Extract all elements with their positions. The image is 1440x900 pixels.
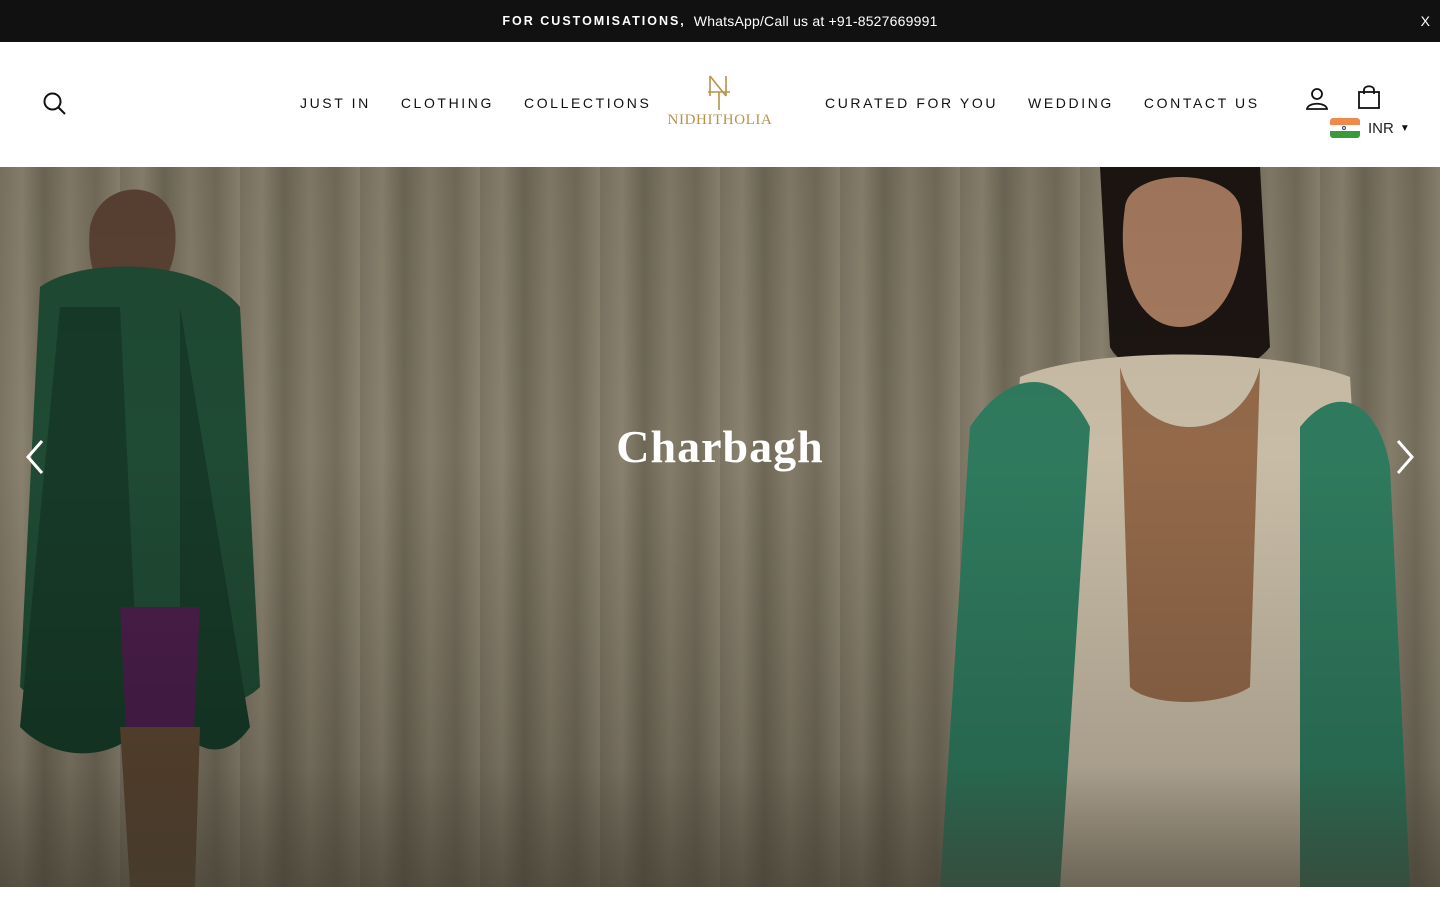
nav-item-just-in[interactable]: JUST IN — [300, 95, 371, 111]
search-button[interactable] — [42, 91, 68, 117]
hero-title: Charbagh — [616, 421, 824, 472]
cart-button[interactable] — [1357, 84, 1381, 110]
nav-item-curated-for-you[interactable]: CURATED FOR YOU — [825, 95, 998, 111]
currency-selector[interactable]: INR ▼ — [1330, 118, 1410, 138]
hero-slideshow: Charbagh — [0, 167, 1440, 887]
logo-wordmark: NIDHITHOLIA — [667, 112, 773, 128]
brand-logo[interactable]: NIDHITHOLIA — [656, 70, 784, 140]
nav-item-contact-us[interactable]: CONTACT US — [1144, 95, 1260, 111]
user-icon — [1305, 88, 1329, 110]
chevron-left-icon — [26, 440, 44, 474]
shopping-bag-icon — [1358, 85, 1380, 109]
nav-item-clothing[interactable]: CLOTHING — [401, 95, 494, 111]
chevron-right-icon — [1396, 440, 1414, 474]
announcement-bar: FOR CUSTOMISATIONS, WhatsApp/Call us at … — [0, 0, 1440, 42]
slideshow-next-button[interactable] — [1390, 437, 1420, 477]
nav-item-wedding[interactable]: WEDDING — [1028, 95, 1114, 111]
nav-item-collections[interactable]: COLLECTIONS — [524, 95, 651, 111]
account-button[interactable] — [1305, 86, 1329, 110]
close-announcement-button[interactable]: X — [1421, 13, 1430, 29]
primary-nav-left: JUST IN CLOTHING COLLECTIONS — [300, 95, 681, 111]
india-flag-icon — [1330, 118, 1360, 138]
search-icon — [43, 92, 66, 115]
chevron-down-icon: ▼ — [1399, 122, 1410, 134]
slideshow-prev-button[interactable] — [20, 437, 50, 477]
currency-code: INR — [1368, 119, 1394, 137]
announcement-bold-text: FOR CUSTOMISATIONS, — [502, 14, 686, 28]
site-header: JUST IN CLOTHING COLLECTIONS NIDHITHOLIA… — [0, 42, 1440, 167]
nt-monogram-icon — [708, 75, 730, 110]
announcement-text[interactable]: WhatsApp/Call us at +91-8527669991 — [694, 13, 938, 29]
primary-nav-right: CURATED FOR YOU WEDDING CONTACT US — [825, 95, 1290, 111]
